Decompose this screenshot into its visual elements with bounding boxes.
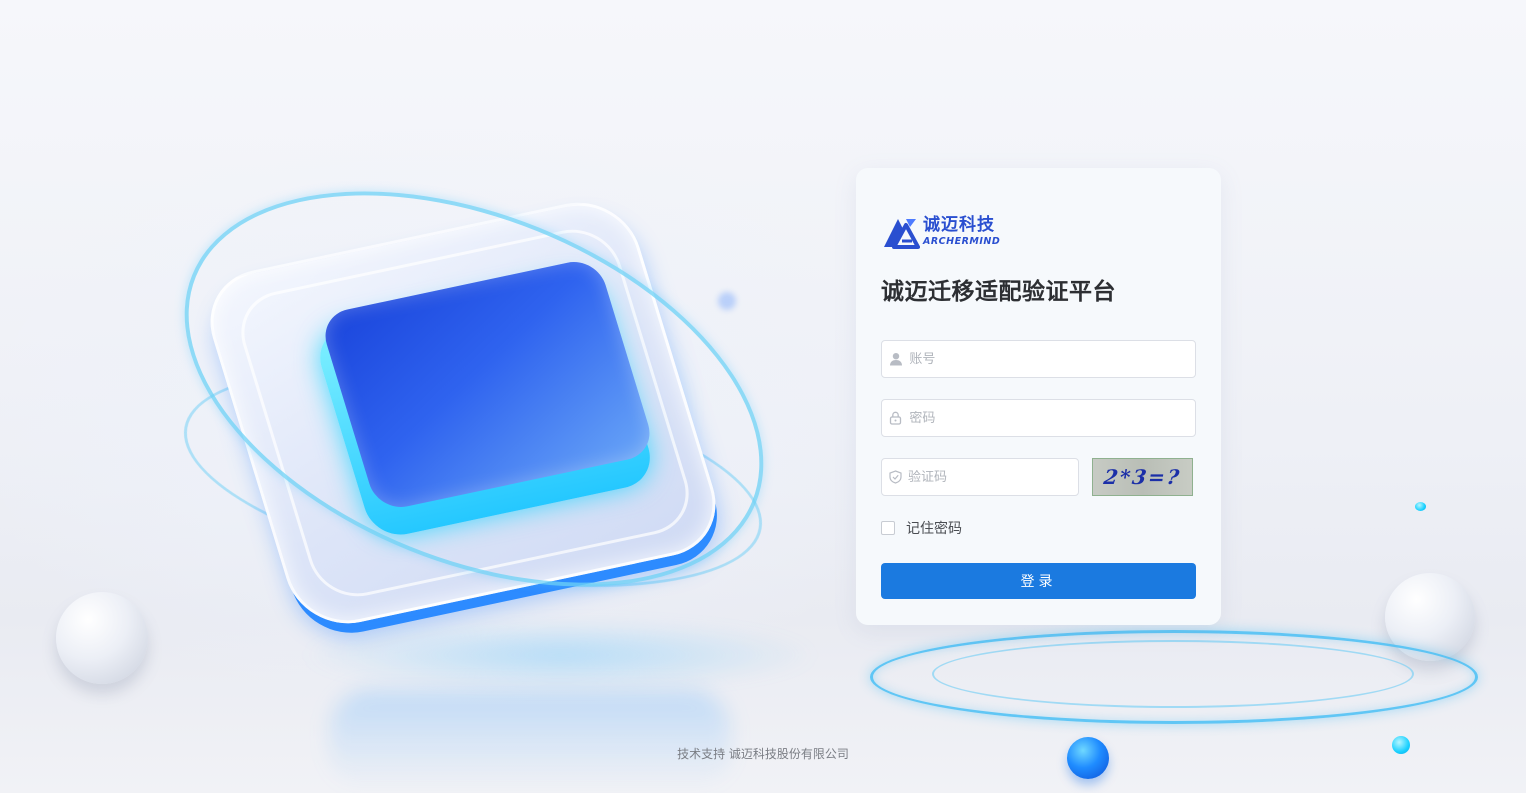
remember-password[interactable]: 记住密码 — [881, 518, 962, 538]
captcha-field[interactable] — [881, 458, 1079, 496]
white-sphere-left — [56, 592, 148, 684]
shield-icon — [882, 470, 908, 484]
remember-checkbox[interactable] — [881, 521, 895, 535]
login-button[interactable]: 登录 — [881, 563, 1196, 599]
archermind-logo-icon — [884, 219, 920, 249]
username-field[interactable] — [881, 340, 1196, 378]
glow-spot — [718, 292, 736, 310]
password-input[interactable] — [909, 410, 1195, 426]
brand-logo: 诚迈科技 ARCHERMIND — [882, 214, 1000, 250]
lock-icon — [882, 411, 909, 425]
password-field[interactable] — [881, 399, 1196, 437]
floor-reflection — [330, 690, 730, 790]
cyan-dot-small — [1415, 502, 1426, 511]
user-icon — [882, 352, 909, 366]
floor-glow — [300, 620, 820, 690]
captcha-image[interactable]: 2*3=? — [1092, 458, 1193, 496]
captcha-text: 2*3=? — [1102, 465, 1183, 489]
brand-name-en: ARCHERMIND — [923, 236, 1001, 248]
brand-name-cn: 诚迈科技 — [923, 215, 995, 236]
platform-ring-inner — [932, 640, 1414, 708]
username-input[interactable] — [909, 351, 1195, 367]
background-illustration — [0, 0, 1526, 793]
footer-support-text: 技术支持 诚迈科技股份有限公司 — [677, 747, 849, 761]
page-title: 诚迈迁移适配验证平台 — [881, 279, 1116, 305]
captcha-input[interactable] — [908, 469, 1078, 485]
remember-label: 记住密码 — [906, 521, 962, 537]
